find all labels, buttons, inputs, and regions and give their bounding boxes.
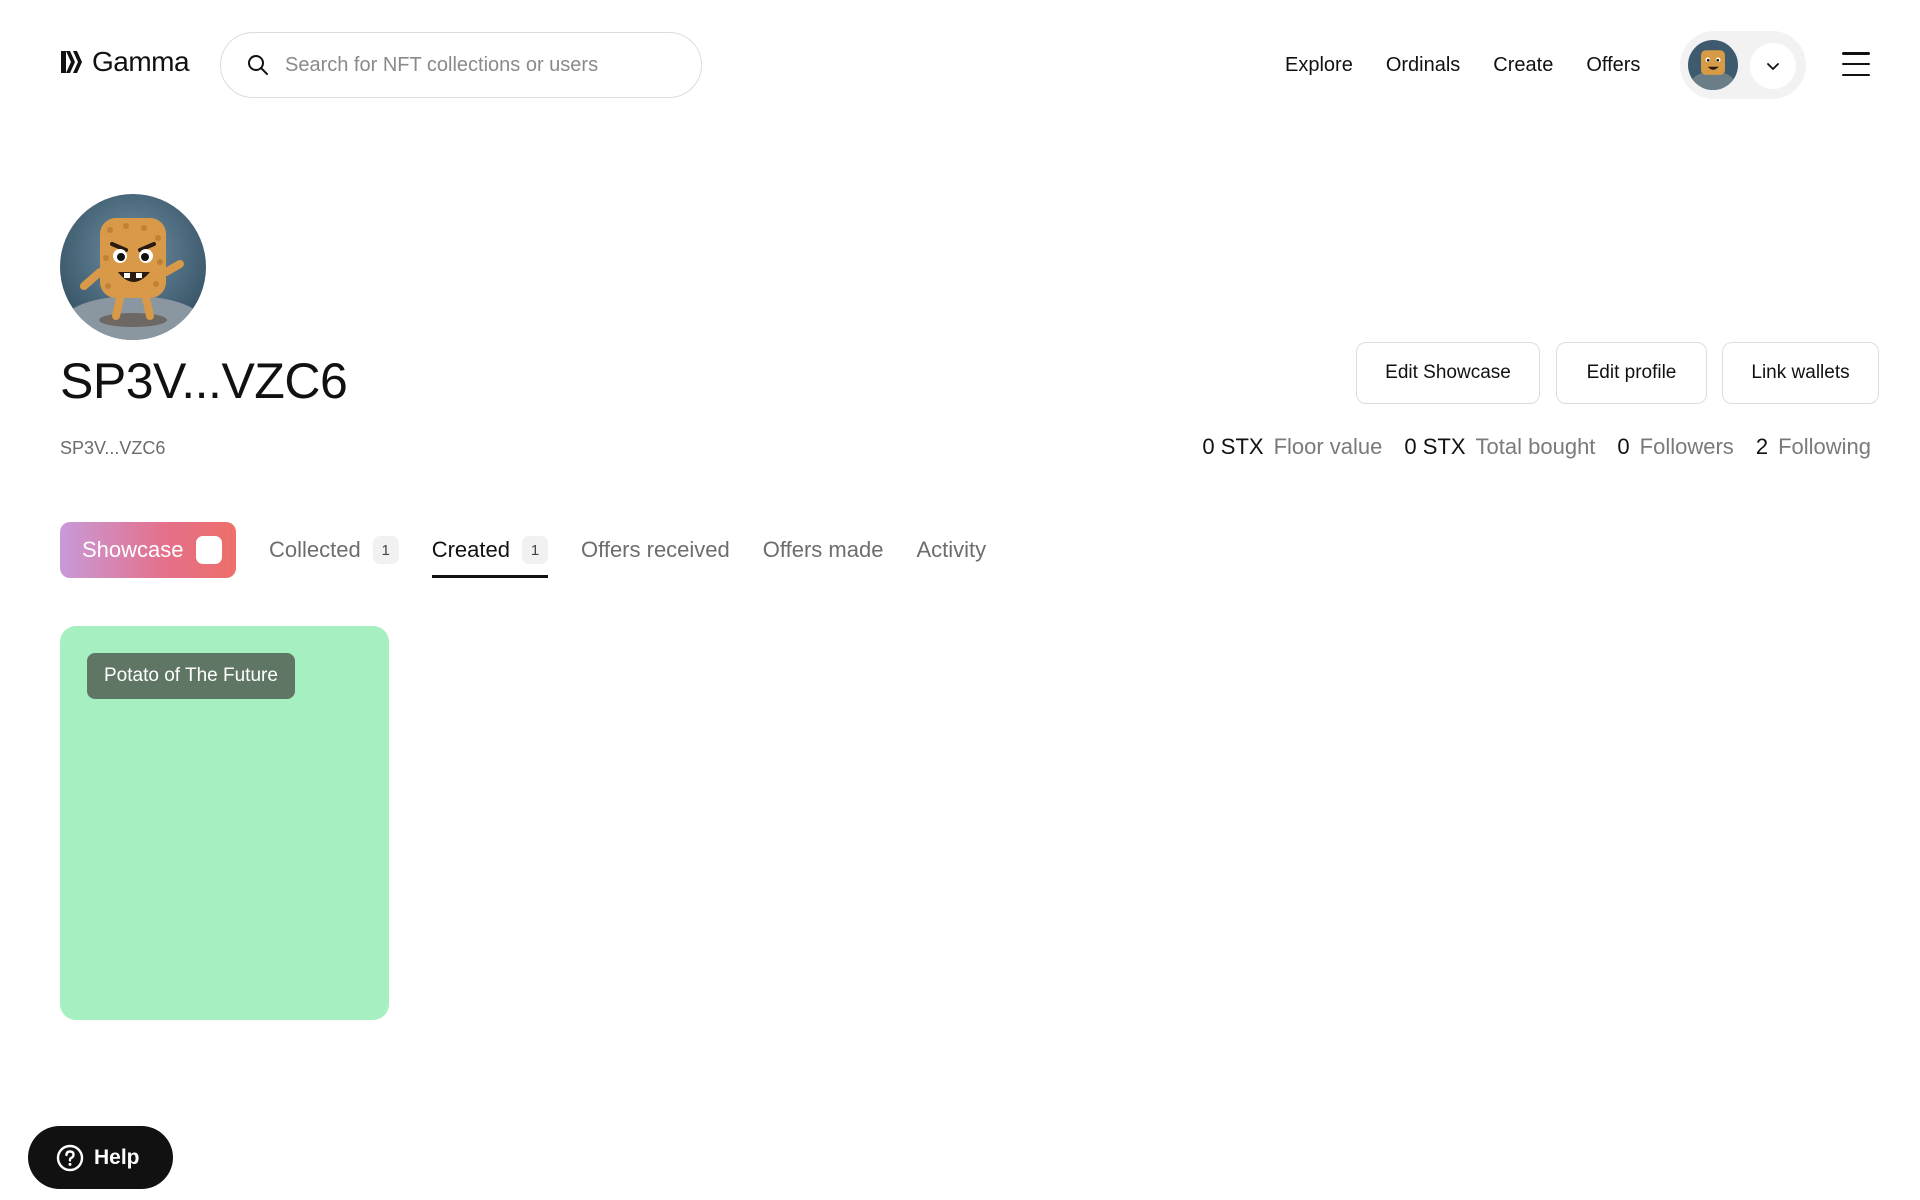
stat-label: Following xyxy=(1778,434,1871,459)
showcase-toggle[interactable] xyxy=(195,536,222,564)
help-button[interactable]: Help xyxy=(28,1126,173,1189)
stat-label: Total bought xyxy=(1475,434,1596,459)
profile-tabs: Showcase Collected 1 Created 1 Offers re… xyxy=(60,522,1019,578)
stat-total-bought: 0 STX Total bought xyxy=(1404,434,1595,460)
tab-collected[interactable]: Collected 1 xyxy=(269,522,399,578)
link-wallets-button[interactable]: Link wallets xyxy=(1722,342,1879,404)
tab-label: Activity xyxy=(916,537,987,562)
nav-offers[interactable]: Offers xyxy=(1586,52,1640,78)
tab-label: Offers received xyxy=(581,537,730,562)
nft-card[interactable]: Potato of The Future xyxy=(60,626,389,1020)
chevron-down-icon xyxy=(1767,63,1779,70)
hamburger-menu-icon[interactable] xyxy=(1842,52,1870,76)
tab-created[interactable]: Created 1 xyxy=(431,522,549,578)
stat-value: 2 xyxy=(1755,434,1769,459)
tab-label: Created xyxy=(431,537,510,562)
profile-name: SP3V...VZC6 xyxy=(60,353,348,409)
account-menu[interactable] xyxy=(1680,31,1806,99)
nav-explore[interactable]: Explore xyxy=(1285,52,1353,78)
nft-collection-chip[interactable]: Potato of The Future xyxy=(87,653,295,699)
nav-ordinals[interactable]: Ordinals xyxy=(1386,52,1460,78)
nav-create[interactable]: Create xyxy=(1493,52,1553,78)
tab-count-badge: 1 xyxy=(522,536,548,564)
profile-avatar xyxy=(60,194,206,340)
question-circle-icon xyxy=(56,1144,84,1171)
stat-followers[interactable]: 0 Followers xyxy=(1617,434,1733,460)
tab-count-badge: 1 xyxy=(372,536,399,564)
top-navigation: Gamma Explore Ordinals Create Offers xyxy=(0,0,1920,130)
gamma-logo-icon xyxy=(61,51,82,73)
stat-label: Floor value xyxy=(1273,434,1383,459)
stat-label: Followers xyxy=(1639,434,1734,459)
tab-showcase-label: Showcase xyxy=(82,537,184,562)
search-input[interactable] xyxy=(285,53,685,77)
wallet-address[interactable]: SP3V...VZC6 xyxy=(60,438,165,459)
search-icon xyxy=(248,55,268,75)
tab-label: Collected xyxy=(269,537,361,562)
tab-offers-made[interactable]: Offers made xyxy=(763,522,884,578)
gamma-logo[interactable]: Gamma xyxy=(60,46,190,78)
profile-stats: 0 STX Floor value 0 STX Total bought 0 F… xyxy=(1180,434,1871,460)
main-nav: Explore Ordinals Create Offers xyxy=(1285,52,1673,78)
edit-profile-button[interactable]: Edit profile xyxy=(1556,342,1707,404)
search-bar[interactable] xyxy=(220,32,702,98)
user-avatar-small[interactable] xyxy=(1688,40,1738,90)
stat-floor-value: 0 STX Floor value xyxy=(1202,434,1382,460)
tab-offers-received[interactable]: Offers received xyxy=(581,522,730,578)
edit-showcase-button[interactable]: Edit Showcase xyxy=(1356,342,1540,404)
stat-following[interactable]: 2 Following xyxy=(1756,434,1871,460)
stat-value: 0 STX xyxy=(1404,434,1466,459)
stat-value: 0 STX xyxy=(1202,434,1264,459)
brand-name: Gamma xyxy=(92,46,190,77)
tab-activity[interactable]: Activity xyxy=(916,522,986,578)
help-label: Help xyxy=(94,1145,140,1169)
tab-showcase[interactable]: Showcase xyxy=(60,522,236,578)
stat-value: 0 xyxy=(1617,434,1630,459)
account-dropdown-button[interactable] xyxy=(1750,43,1796,89)
tab-label: Offers made xyxy=(762,537,884,562)
